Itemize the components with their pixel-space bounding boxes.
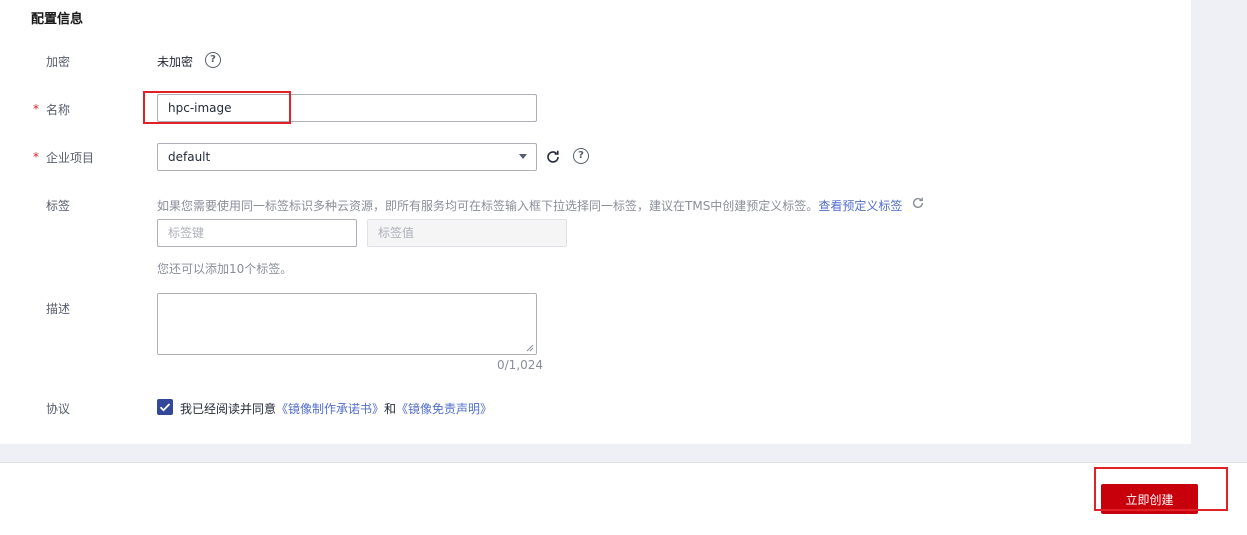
- tags-remaining: 您还可以添加10个标签。: [157, 262, 293, 276]
- enterprise-project-label: 企业项目: [46, 151, 95, 165]
- highlight-box-create: [1094, 467, 1228, 511]
- tag-value-input: 标签值: [367, 219, 567, 247]
- disclaimer-link[interactable]: 《镜像免责声明》: [396, 402, 492, 416]
- enterprise-project-value: default: [168, 150, 211, 164]
- encryption-label: 加密: [46, 55, 71, 69]
- footer-bar: [0, 462, 1247, 535]
- config-card: 配置信息 加密 未加密 ? * 名称 hpc-image * 企业项目 defa…: [0, 0, 1191, 444]
- tags-hint-text: 如果您需要使用同一标签标识多种云资源，即所有服务均可在标签输入框下拉选择同一标签…: [157, 199, 819, 213]
- question-circle-icon[interactable]: ?: [573, 148, 589, 164]
- chevron-down-icon: [519, 154, 527, 159]
- description-textarea[interactable]: [157, 293, 537, 355]
- required-mark: *: [33, 102, 39, 116]
- refresh-icon[interactable]: [911, 196, 925, 210]
- section-title: 配置信息: [31, 12, 84, 27]
- agreement-joiner: 和: [384, 402, 397, 416]
- predefined-tags-link[interactable]: 查看预定义标签: [818, 199, 902, 213]
- tag-key-input[interactable]: 标签键: [157, 219, 357, 247]
- description-label: 描述: [46, 302, 71, 316]
- agreement-prefix: 我已经阅读并同意: [180, 402, 277, 416]
- check-icon: [159, 403, 171, 412]
- page-background: [1191, 0, 1247, 462]
- commitment-link[interactable]: 《镜像制作承诺书》: [276, 402, 384, 416]
- resize-handle-icon[interactable]: [526, 344, 534, 352]
- highlight-box-name: [143, 91, 291, 124]
- required-mark: *: [33, 150, 39, 164]
- enterprise-project-select[interactable]: default: [157, 143, 537, 171]
- encryption-value: 未加密: [157, 55, 194, 69]
- tags-hint: 如果您需要使用同一标签标识多种云资源，即所有服务均可在标签输入框下拉选择同一标签…: [157, 197, 902, 214]
- agreement-checkbox[interactable]: [157, 399, 173, 415]
- tags-label: 标签: [46, 199, 71, 213]
- description-counter: 0/1,024: [497, 358, 544, 372]
- agreement-label: 协议: [46, 402, 71, 416]
- name-label: 名称: [46, 103, 71, 117]
- question-circle-icon[interactable]: ?: [205, 52, 221, 68]
- agreement-text: 我已经阅读并同意《镜像制作承诺书》和《镜像免责声明》: [180, 400, 492, 417]
- refresh-icon[interactable]: [545, 149, 561, 165]
